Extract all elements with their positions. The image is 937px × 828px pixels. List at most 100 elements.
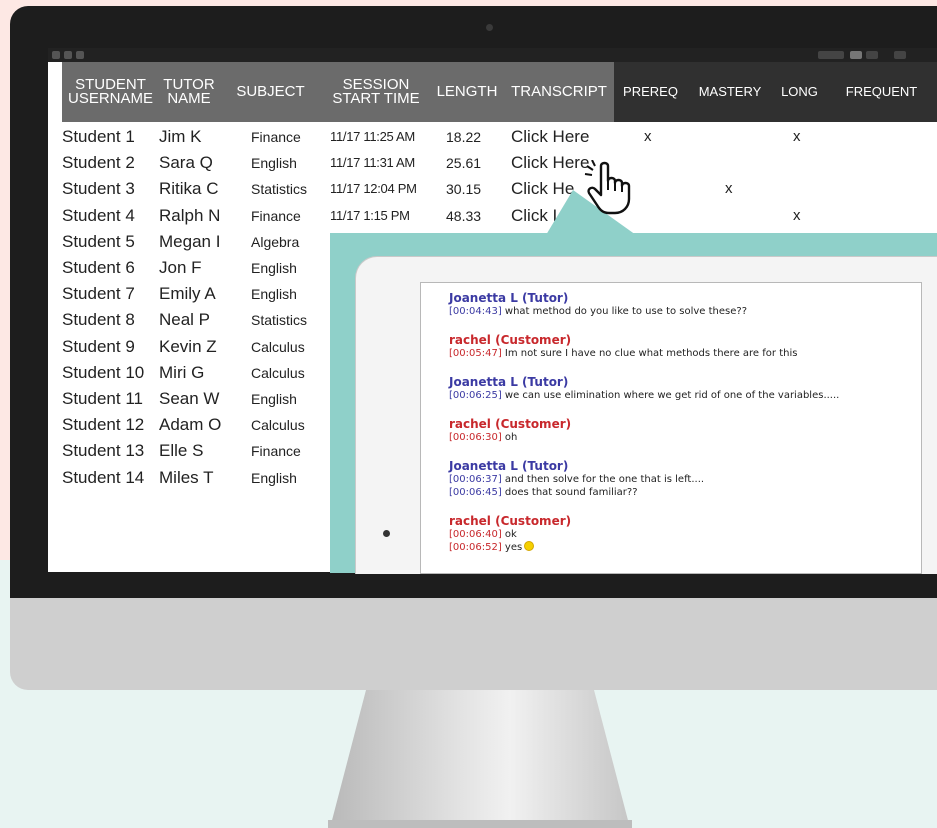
- cell-long: x: [793, 206, 801, 224]
- message-text: yes: [504, 542, 523, 553]
- cell-start-time: 11/17 11:25 AM: [330, 129, 415, 144]
- monitor-chin: [10, 598, 937, 690]
- cell-subject: Finance: [251, 443, 301, 460]
- column-header-transcript[interactable]: TRANSCRIPT: [504, 62, 614, 122]
- chat-line: [00:06:37] and then solve for the one th…: [449, 473, 704, 486]
- cell-tutor: Adam O: [159, 415, 222, 435]
- cell-subject: English: [251, 155, 297, 172]
- tutor-name: Joanetta L (Tutor): [449, 375, 569, 389]
- transcript-link[interactable]: Click I: [511, 203, 557, 229]
- cell-prereq: x: [644, 128, 652, 145]
- cell-subject: Calculus: [251, 338, 305, 355]
- toolbar-control[interactable]: [894, 51, 906, 59]
- column-header-subject[interactable]: SUBJECT: [219, 62, 322, 122]
- message-text: Im not sure I have no clue what methods …: [504, 348, 798, 359]
- column-header-student-username[interactable]: STUDENT USERNAME: [62, 62, 159, 122]
- toolbar-control[interactable]: [866, 51, 878, 59]
- cell-subject: Statistics: [251, 181, 308, 198]
- transcript-chat-log[interactable]: Joanetta L (Tutor) [00:04:43] what method…: [420, 282, 922, 574]
- timestamp: [00:06:40]: [449, 529, 502, 540]
- cell-subject: Calculus: [251, 417, 305, 434]
- cell-tutor: Megan I: [159, 231, 221, 251]
- table-row: Student 3 Ritika C Statistics 11/17 12:04 P…: [48, 176, 937, 202]
- cell-tutor: Elle S: [159, 441, 204, 461]
- window-minimize-button[interactable]: [64, 51, 72, 59]
- chat-message: rachel (Customer) [00:06:40] ok [00:06:52]…: [449, 514, 571, 554]
- column-header-tutor-name[interactable]: TUTOR NAME: [159, 62, 219, 122]
- cell-student: Student 10: [62, 362, 145, 382]
- chat-line: [00:06:40] ok: [449, 528, 571, 541]
- cell-mastery: x: [725, 180, 733, 198]
- tutor-name: Joanetta L (Tutor): [449, 459, 569, 473]
- chat-line: [00:05:47] Im not sure I have no clue wh…: [449, 347, 797, 360]
- timestamp: [00:05:47]: [449, 348, 502, 359]
- tutor-name: Joanetta L (Tutor): [449, 291, 569, 305]
- cell-subject: English: [251, 469, 297, 486]
- smiley-icon: [524, 541, 535, 551]
- message-text: and then solve for the one that is left.…: [504, 474, 705, 485]
- cell-student: Student 4: [62, 205, 135, 225]
- message-text: what method do you like to use to solve …: [504, 306, 748, 317]
- cell-subject: English: [251, 286, 297, 303]
- timestamp: [00:06:52]: [449, 542, 502, 553]
- chat-line: [00:06:30] oh: [449, 431, 571, 444]
- toolbar-control[interactable]: [850, 51, 862, 59]
- window-close-button[interactable]: [52, 51, 60, 59]
- cell-subject: Finance: [251, 129, 301, 145]
- column-header-mastery[interactable]: MASTERY: [687, 62, 773, 122]
- column-header-prereq[interactable]: PREREQ: [614, 62, 687, 122]
- chat-message: Joanetta L (Tutor) [00:06:37] and then so…: [449, 459, 704, 499]
- customer-name: rachel (Customer): [449, 417, 572, 431]
- chat-message: Joanetta L (Tutor) [00:06:25] we can use …: [449, 375, 839, 402]
- chat-message: Joanetta L (Tutor) [00:04:43] what method…: [449, 291, 747, 318]
- monitor-stand: [330, 690, 630, 828]
- chat-message: rachel (Customer) [00:05:47] Im not sure …: [449, 333, 797, 360]
- timestamp: [00:06:45]: [449, 487, 502, 498]
- cell-start-time: 11/17 11:31 AM: [330, 155, 415, 171]
- cell-subject: English: [251, 391, 297, 407]
- cell-student: Student 12: [62, 415, 145, 435]
- cell-student: Student 8: [62, 310, 135, 330]
- chat-line: [00:04:43] what method do you like to us…: [449, 305, 747, 318]
- monitor-stand-base: [328, 820, 632, 828]
- customer-name: rachel (Customer): [449, 514, 572, 528]
- cell-start-time: 11/17 12:04 PM: [330, 181, 417, 197]
- toolbar-control[interactable]: [818, 51, 844, 59]
- table-row: Student 2 Sara Q English 11/17 11:31 AM 25.6…: [48, 150, 937, 176]
- cell-student: Student 13: [62, 441, 145, 461]
- table-row: Student 4 Ralph N Finance 11/17 1:15 PM 48.3…: [48, 203, 937, 229]
- cell-student: Student 3: [62, 179, 135, 199]
- cell-student: Student 5: [62, 231, 135, 251]
- message-text: ok: [504, 529, 517, 540]
- window-titlebar: [48, 48, 937, 62]
- chat-message: rachel (Customer) [00:06:30] oh: [449, 417, 571, 444]
- transcript-link[interactable]: Click Here: [511, 124, 589, 150]
- column-header-length[interactable]: LENGTH: [430, 62, 504, 122]
- customer-name: rachel (Customer): [449, 333, 572, 347]
- column-header-session-start-time[interactable]: SESSION START TIME: [322, 62, 430, 122]
- transcript-link[interactable]: Click Here: [511, 150, 589, 176]
- timestamp: [00:06:37]: [449, 474, 502, 485]
- cell-subject: Calculus: [251, 364, 305, 381]
- cell-subject: Statistics: [251, 312, 308, 329]
- cell-tutor: Ralph N: [159, 205, 221, 225]
- cell-student: Student 7: [62, 284, 135, 304]
- cell-tutor: Ritika C: [159, 179, 219, 199]
- column-header-frequent[interactable]: FREQUENT: [826, 62, 937, 122]
- cell-tutor: Jon F: [159, 258, 202, 277]
- cell-student: Student 14: [62, 467, 145, 487]
- cell-tutor: Miles T: [159, 467, 214, 487]
- message-text: does that sound familiar??: [504, 487, 638, 498]
- cell-length: 48.33: [446, 207, 482, 224]
- hand-pointer-icon: [584, 160, 631, 215]
- webcam: [486, 24, 493, 31]
- column-header-long[interactable]: LONG: [773, 62, 826, 122]
- cell-start-time: 11/17 1:15 PM: [330, 207, 410, 223]
- transcript-link[interactable]: Click He: [511, 176, 574, 202]
- table-row: Student 1 Jim K Finance 11/17 11:25 AM 18.22…: [48, 124, 937, 150]
- cell-long: x: [793, 128, 801, 145]
- cell-student: Student 2: [62, 153, 135, 173]
- cell-tutor: Sara Q: [159, 153, 213, 173]
- cell-tutor: Kevin Z: [159, 336, 217, 356]
- window-maximize-button[interactable]: [76, 51, 84, 59]
